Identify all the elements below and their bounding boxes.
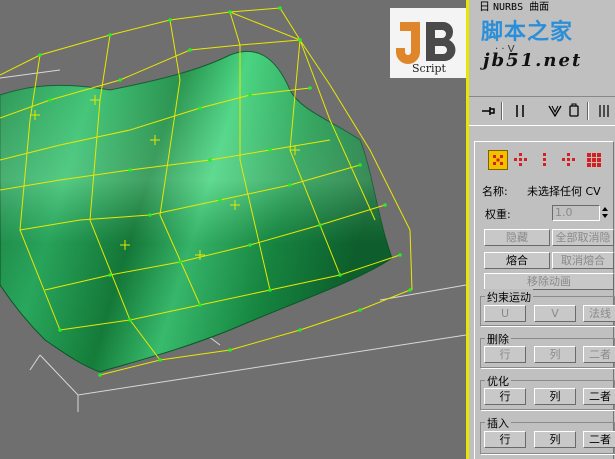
refine-column-button[interactable]: 列 bbox=[534, 388, 576, 405]
cv-single-icon[interactable] bbox=[488, 150, 508, 170]
fuse-button[interactable]: 熔合 bbox=[484, 252, 550, 269]
refine-row-button[interactable]: 行 bbox=[484, 388, 526, 405]
name-label: 名称: bbox=[482, 185, 508, 198]
name-value: 未选择任何 CV bbox=[527, 185, 601, 198]
refine-title: 优化 bbox=[485, 373, 511, 389]
hide-button[interactable]: 隐藏 bbox=[484, 229, 550, 246]
remove-modifier-icon[interactable] bbox=[567, 103, 581, 117]
configure-sets-icon[interactable] bbox=[597, 104, 611, 118]
make-unique-icon[interactable] bbox=[548, 104, 562, 118]
cv-cross-icon[interactable] bbox=[560, 151, 578, 169]
remove-animation-button[interactable]: 移除动画 bbox=[484, 273, 614, 290]
delete-title: 删除 bbox=[485, 331, 511, 347]
cv-all-icon[interactable] bbox=[585, 151, 603, 169]
refine-both-button[interactable]: 二者 bbox=[583, 388, 615, 405]
delete-column-button[interactable]: 列 bbox=[534, 346, 576, 363]
delete-row-button[interactable]: 行 bbox=[484, 346, 526, 363]
unhide-all-button[interactable]: 全部取消隐 bbox=[552, 229, 614, 246]
stack-toolbar bbox=[469, 96, 615, 126]
logo-caption: Script bbox=[412, 62, 446, 75]
insert-row-button[interactable]: 行 bbox=[484, 431, 526, 448]
cv-row-icon[interactable] bbox=[512, 151, 530, 169]
pin-stack-icon[interactable] bbox=[481, 104, 495, 118]
weight-spinner[interactable] bbox=[601, 205, 609, 220]
rollout-collapse-icon[interactable]: 日 bbox=[479, 0, 490, 14]
weight-label: 权重: bbox=[485, 208, 511, 221]
site-url: jb51.net bbox=[483, 50, 583, 71]
viewport-perspective[interactable]: Script bbox=[0, 0, 466, 459]
unfuse-button[interactable]: 取消熔合 bbox=[552, 252, 614, 269]
insert-title: 插入 bbox=[485, 415, 511, 431]
weight-field[interactable]: 1.0 bbox=[552, 205, 600, 221]
site-name: 脚本之家 bbox=[481, 20, 574, 45]
constrain-u-button[interactable]: U bbox=[484, 305, 526, 322]
command-panel: 日 NURBS 曲面 · · V 脚本之家 jb51.net 名称: 未选择任何… bbox=[469, 0, 615, 459]
insert-column-button[interactable]: 列 bbox=[534, 431, 576, 448]
insert-both-button[interactable]: 二者 bbox=[583, 431, 615, 448]
weight-value: 1.0 bbox=[555, 206, 573, 219]
constrained-motion-title: 约束运动 bbox=[485, 289, 533, 305]
constrain-normal-button[interactable]: 法线 bbox=[583, 305, 615, 322]
constrain-v-button[interactable]: V bbox=[534, 305, 576, 322]
show-end-result-icon[interactable] bbox=[513, 104, 527, 118]
cv-column-icon[interactable] bbox=[536, 151, 554, 169]
rollout-title: NURBS 曲面 bbox=[493, 2, 550, 13]
delete-both-button[interactable]: 二者 bbox=[583, 346, 615, 363]
site-logo: Script bbox=[390, 8, 466, 78]
